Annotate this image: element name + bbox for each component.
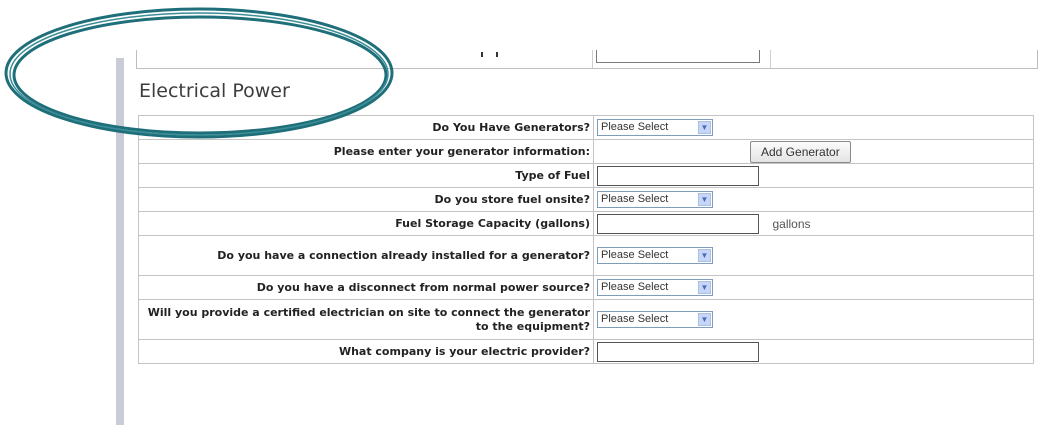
form-row-fuel-onsite: Do you store fuel onsite? Please Select … xyxy=(138,187,1034,212)
fuel-onsite-select[interactable]: Please Select ▼ xyxy=(597,191,713,208)
form-row-electric-provider: What company is your electric provider? xyxy=(138,339,1034,364)
form-row-disconnect: Do you have a disconnect from normal pow… xyxy=(138,275,1034,300)
fuel-capacity-input[interactable] xyxy=(597,213,759,234)
field-label: Do you have a disconnect from normal pow… xyxy=(138,275,594,300)
field-label: Will you provide a certified electrician… xyxy=(138,299,594,340)
previous-form-row xyxy=(136,50,1038,69)
chevron-down-icon: ▼ xyxy=(698,281,711,294)
field-label: What company is your electric provider? xyxy=(138,339,594,364)
unit-label: gallons xyxy=(772,216,811,231)
field-label: Please enter your generator information: xyxy=(138,139,594,164)
field-label: Do you store fuel onsite? xyxy=(138,187,594,212)
electrical-power-form: Do You Have Generators? Please Select ▼ … xyxy=(138,115,1034,364)
form-row-fuel-type: Type of Fuel xyxy=(138,163,1034,188)
generators-select[interactable]: Please Select ▼ xyxy=(597,119,713,136)
field-label: Do you have a connection already install… xyxy=(138,235,594,276)
disconnect-select[interactable]: Please Select ▼ xyxy=(597,279,713,296)
form-row-electrician: Will you provide a certified electrician… xyxy=(138,299,1034,340)
electric-provider-input[interactable] xyxy=(597,341,759,362)
chevron-down-icon: ▼ xyxy=(698,121,711,134)
field-label: Fuel Storage Capacity (gallons) xyxy=(138,211,594,236)
fuel-type-input[interactable] xyxy=(597,165,759,186)
electrician-select[interactable]: Please Select ▼ xyxy=(597,311,713,328)
form-row-connection: Do you have a connection already install… xyxy=(138,235,1034,276)
field-label: Type of Fuel xyxy=(138,163,594,188)
connection-select[interactable]: Please Select ▼ xyxy=(597,247,713,264)
chevron-down-icon: ▼ xyxy=(698,313,711,326)
form-row-fuel-capacity: Fuel Storage Capacity (gallons) gallons xyxy=(138,211,1034,236)
chevron-down-icon: ▼ xyxy=(698,193,711,206)
form-row-generator-info: Please enter your generator information:… xyxy=(138,139,1034,164)
form-row-generators: Do You Have Generators? Please Select ▼ xyxy=(138,115,1034,140)
section-title: Electrical Power xyxy=(139,80,290,102)
field-label: Do You Have Generators? xyxy=(138,115,594,140)
add-generator-button[interactable]: Add Generator xyxy=(750,140,851,163)
chevron-down-icon: ▼ xyxy=(698,249,711,262)
previous-text-input[interactable] xyxy=(596,50,760,63)
page-left-border xyxy=(116,58,124,425)
